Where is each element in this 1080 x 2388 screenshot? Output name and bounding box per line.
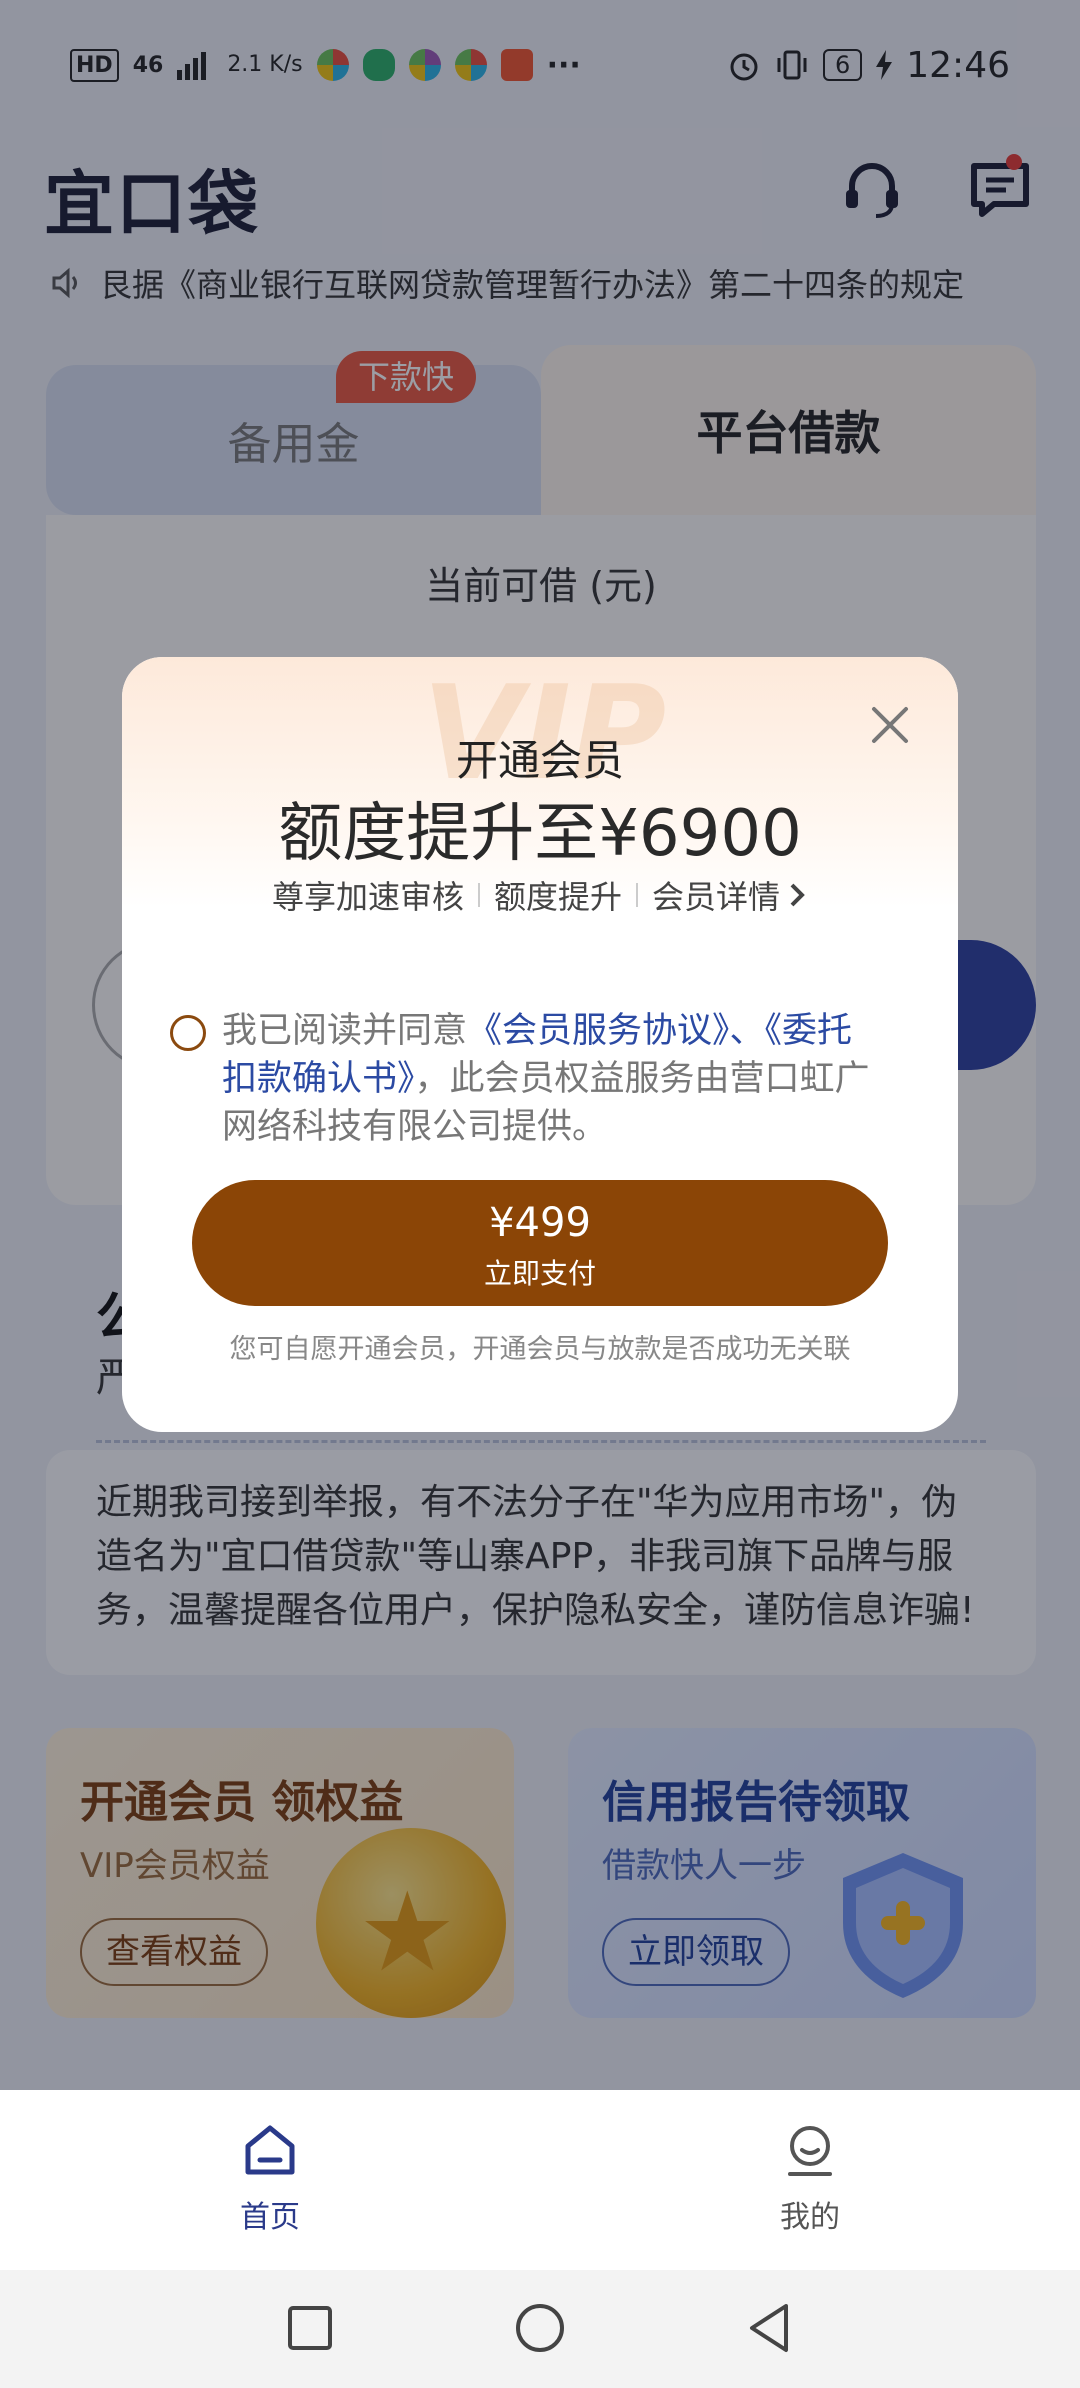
separator [477, 883, 480, 907]
benefit-fast-review: 尊享加速审核 [271, 878, 464, 916]
bottom-nav: 首页 我的 [0, 2090, 1080, 2270]
member-details-label: 会员详情 [652, 878, 781, 916]
benefit-limit-increase: 额度提升 [493, 878, 622, 916]
modal-headline: 额度提升至¥6900 [278, 797, 802, 871]
separator [636, 883, 638, 907]
recents-icon[interactable] [282, 2300, 338, 2356]
pay-amount: ¥499 [489, 1200, 591, 1246]
vip-modal: VIP 开通会员 额度提升至¥6900 尊享加速审核 额度提升 会员详情 我已阅… [122, 657, 958, 1432]
pay-now-button[interactable]: ¥499 立即支付 [192, 1180, 888, 1306]
agreement: 我已阅读并同意《会员服务协议》、《委托扣款确认书》，此会员权益服务由营口虹广网络… [170, 1007, 882, 1151]
nav-mine-label: 我的 [780, 2200, 840, 2235]
benefits-row: 尊享加速审核 额度提升 会员详情 [122, 872, 958, 918]
voluntary-note: 您可自愿开通会员，开通会员与放款是否成功无关联 [229, 1334, 851, 1365]
member-details-link[interactable]: 会员详情 [652, 872, 808, 918]
chevron-right-icon [790, 883, 805, 907]
home-circle-icon[interactable] [512, 2300, 568, 2356]
profile-icon [788, 2126, 832, 2176]
home-icon [245, 2125, 295, 2175]
nav-mine[interactable]: 我的 [710, 2120, 910, 2236]
nav-home[interactable]: 首页 [170, 2120, 370, 2236]
modal-title: 开通会员 [455, 736, 624, 785]
member-agreement-link[interactable]: 《会员服务协议》 [467, 1011, 730, 1051]
back-icon[interactable] [742, 2300, 798, 2356]
agree-radio[interactable] [170, 1015, 206, 1051]
agree-separator: 、 [729, 1011, 765, 1051]
pay-label: 立即支付 [483, 1257, 596, 1290]
nav-home-label: 首页 [240, 2200, 300, 2235]
agree-prefix: 我已阅读并同意 [222, 1011, 468, 1051]
system-nav-bar [0, 2270, 1080, 2388]
